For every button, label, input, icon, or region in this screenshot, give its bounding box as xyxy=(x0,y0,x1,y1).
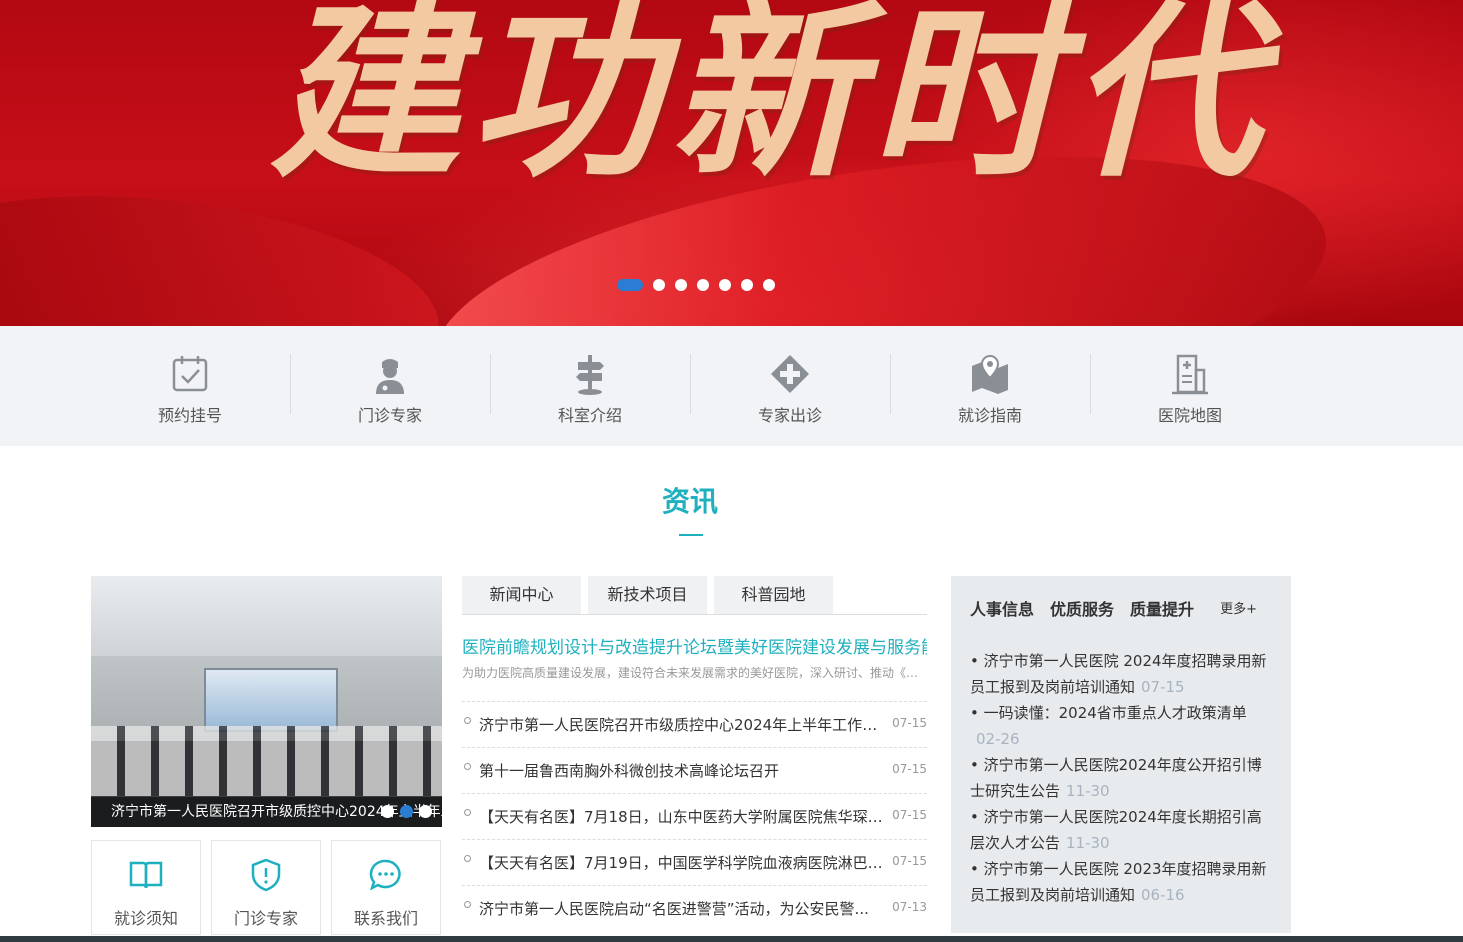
quick-link-outpatient-experts[interactable]: 门诊专家 xyxy=(290,352,490,425)
tab-science-garden[interactable]: 科普园地 xyxy=(714,576,833,614)
hr-info-panel: 人事信息 优质服务 质量提升 更多+ • 济宁市第一人民医院 2024年度招聘录… xyxy=(951,576,1291,933)
hr-info-item[interactable]: • 济宁市第一人民医院 2024年度招聘录用新员工报到及岗前培训通知 07-15 xyxy=(970,648,1270,700)
quick-link-label: 预约挂号 xyxy=(157,406,222,425)
tab-quality-improvement[interactable]: 质量提升 xyxy=(1130,596,1194,620)
news-title[interactable]: 济宁市第一人民医院启动“名医进警营”活动，为公安民警... xyxy=(479,898,891,919)
news-list-item[interactable]: 【天天有名医】7月19日，中国医学科学院血液病医院淋巴瘤... 07-15 xyxy=(462,839,927,886)
quick-link-label: 就诊指南 xyxy=(957,406,1022,425)
banner-dot[interactable] xyxy=(617,279,643,291)
news-date: 07-15 xyxy=(892,716,927,730)
hr-info-item[interactable]: • 济宁市第一人民医院 2023年度招聘录用新员工报到及岗前培训通知 06-16 xyxy=(970,856,1270,908)
banner-pagination xyxy=(617,279,775,291)
banner-slogan: 建功新时代 xyxy=(270,0,1271,203)
news-date: 07-15 xyxy=(892,854,927,868)
news-list-item[interactable]: 济宁市第一人民医院启动“名医进警营”活动，为公安民警... 07-13 xyxy=(462,885,927,932)
news-list-item[interactable]: 第十一届鲁西南胸外科微创技术高峰论坛召开 07-15 xyxy=(462,747,927,794)
quick-link-visit-guide[interactable]: 就诊指南 xyxy=(890,352,1090,425)
bullet-icon xyxy=(464,763,471,770)
hr-info-title[interactable]: • 一码读懂：2024省市重点人才政策清单 xyxy=(970,704,1247,722)
bullet-icon xyxy=(464,809,471,816)
hr-info-title[interactable]: • 济宁市第一人民医院2024年度公开招引博士研究生公告 xyxy=(970,756,1262,800)
banner-dot[interactable] xyxy=(697,279,709,291)
section-title: 资讯 xyxy=(661,485,718,518)
quick-link-hospital-map[interactable]: 医院地图 xyxy=(1090,352,1290,425)
service-card-label: 门诊专家 xyxy=(233,909,298,928)
banner-dot[interactable] xyxy=(763,279,775,291)
photo-dot[interactable] xyxy=(400,805,413,818)
hero-banner[interactable]: 建功新时代 xyxy=(0,0,1463,326)
tab-new-technology[interactable]: 新技术项目 xyxy=(588,576,707,614)
news-date: 07-15 xyxy=(892,762,927,776)
doctor-icon xyxy=(376,359,404,394)
bullet-icon xyxy=(464,717,471,724)
tab-hr-info[interactable]: 人事信息 xyxy=(970,596,1034,620)
photo-pagination xyxy=(381,805,432,818)
hr-info-item[interactable]: • 济宁市第一人民医院2024年度长期招引高层次人才公告 11-30 xyxy=(970,804,1270,856)
section-title-underline xyxy=(679,534,703,536)
news-date: 07-13 xyxy=(892,900,927,914)
quick-link-departments[interactable]: 科室介绍 xyxy=(490,352,690,425)
banner-dot[interactable] xyxy=(653,279,665,291)
headline-title[interactable]: 医院前瞻规划设计与改造提升论坛暨美好医院建设发展与服务能 xyxy=(462,633,927,658)
hr-info-list: • 济宁市第一人民医院 2024年度招聘录用新员工报到及岗前培训通知 07-15 … xyxy=(970,648,1270,908)
chat-bubble-icon xyxy=(369,859,401,891)
news-tabs: 新闻中心 新技术项目 科普园地 xyxy=(462,576,927,615)
news-date: 07-15 xyxy=(892,808,927,822)
photo-dot[interactable] xyxy=(381,805,394,818)
banner-dot[interactable] xyxy=(719,279,731,291)
news-list-item[interactable]: 【天天有名医】7月18日，山东中医药大学附属医院焦华琛教... 07-15 xyxy=(462,793,927,840)
hr-info-title[interactable]: • 济宁市第一人民医院 2024年度招聘录用新员工报到及岗前培训通知 xyxy=(970,652,1267,696)
headline-summary: 为助力医院高质量建设发展，建设符合未来发展需求的美好医院，深入研讨、推动《… xyxy=(462,666,919,680)
quick-link-label: 专家出诊 xyxy=(757,406,822,425)
news-title[interactable]: 济宁市第一人民医院召开市级质控中心2024年上半年工作总... xyxy=(479,714,891,735)
photo-ceiling xyxy=(91,576,442,656)
photo-dot[interactable] xyxy=(419,805,432,818)
hr-info-date: 06-16 xyxy=(1141,886,1185,904)
hr-info-date: 11-30 xyxy=(1066,782,1110,800)
news-title[interactable]: 【天天有名医】7月19日，中国医学科学院血液病医院淋巴瘤... xyxy=(479,852,891,873)
hr-info-date: 02-26 xyxy=(976,730,1020,748)
news-title[interactable]: 第十一届鲁西南胸外科微创技术高峰论坛召开 xyxy=(479,760,891,781)
hr-info-item[interactable]: • 济宁市第一人民医院2024年度公开招引博士研究生公告 11-30 xyxy=(970,752,1270,804)
service-card-outpatient-experts[interactable]: 门诊专家 xyxy=(211,840,321,935)
quick-link-expert-schedule[interactable]: 专家出诊 xyxy=(690,352,890,425)
more-link[interactable]: 更多+ xyxy=(1220,598,1257,617)
quick-link-label: 科室介绍 xyxy=(557,406,622,425)
service-card-visit-notice[interactable]: 就诊须知 xyxy=(91,840,201,935)
map-pin-icon xyxy=(972,354,1008,394)
service-card-label: 就诊须知 xyxy=(113,909,178,928)
news-title[interactable]: 【天天有名医】7月18日，山东中医药大学附属医院焦华琛教... xyxy=(479,806,891,827)
hospital-building-icon xyxy=(1172,354,1208,395)
news-photo-slider[interactable]: 济宁市第一人民医院召开市级质控中心2024年上半年工作总结会 xyxy=(91,576,442,827)
photo-projection-screen xyxy=(204,668,338,732)
banner-dot[interactable] xyxy=(741,279,753,291)
photo-audience xyxy=(91,726,442,796)
shield-alert-icon xyxy=(251,858,281,892)
quick-link-appointment[interactable]: 预约挂号 xyxy=(90,352,290,425)
calendar-check-icon xyxy=(172,356,208,392)
signpost-icon xyxy=(576,355,604,395)
banner-dot[interactable] xyxy=(675,279,687,291)
news-list-item[interactable]: 济宁市第一人民医院召开市级质控中心2024年上半年工作总... 07-15 xyxy=(462,701,927,748)
quick-link-label: 医院地图 xyxy=(1157,406,1222,425)
hr-info-title[interactable]: • 济宁市第一人民医院 2023年度招聘录用新员工报到及岗前培训通知 xyxy=(970,860,1267,904)
service-card-label: 联系我们 xyxy=(353,909,418,928)
quick-link-label: 门诊专家 xyxy=(357,406,422,425)
open-book-icon xyxy=(129,861,163,889)
hr-info-item[interactable]: • 一码读懂：2024省市重点人才政策清单 02-26 xyxy=(970,700,1270,752)
footer-strip xyxy=(0,936,1463,942)
bullet-icon xyxy=(464,901,471,908)
tab-quality-service[interactable]: 优质服务 xyxy=(1050,596,1114,620)
hr-info-date: 11-30 xyxy=(1066,834,1110,852)
medical-cross-icon xyxy=(771,355,809,393)
bullet-icon xyxy=(464,855,471,862)
service-card-contact-us[interactable]: 联系我们 xyxy=(331,840,441,935)
hr-info-title[interactable]: • 济宁市第一人民医院2024年度长期招引高层次人才公告 xyxy=(970,808,1262,852)
quick-links-bar: 预约挂号 门诊专家 科室介绍 专家出诊 就诊指南 医院地图 xyxy=(0,326,1463,446)
tab-news-center[interactable]: 新闻中心 xyxy=(462,576,581,614)
hr-info-date: 07-15 xyxy=(1141,678,1185,696)
